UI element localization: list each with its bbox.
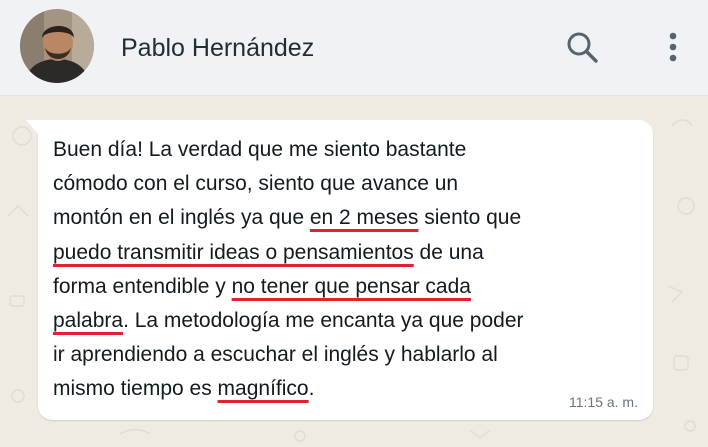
chat-header: Pablo Hernández <box>0 0 708 96</box>
menu-button[interactable] <box>656 26 690 70</box>
message-text: Buen día! La verdad que me siento bastan… <box>53 133 645 407</box>
highlighted-phrase: puedo transmitir ideas o pensamientos <box>53 240 414 264</box>
chat-area: Buen día! La verdad que me siento bastan… <box>0 96 708 447</box>
incoming-message-bubble[interactable]: Buen día! La verdad que me siento bastan… <box>26 120 653 420</box>
bubble-tail <box>26 120 40 136</box>
message-text-segment: siento que <box>424 206 522 230</box>
search-button[interactable] <box>561 28 605 68</box>
highlighted-phrase: en 2 meses <box>309 206 419 230</box>
kebab-menu-icon <box>669 32 677 62</box>
avatar-image <box>20 9 94 83</box>
message-text-segment: . <box>308 377 315 401</box>
contact-avatar[interactable] <box>20 9 94 83</box>
message-timestamp: 11:15 a. m. <box>568 394 638 410</box>
contact-name[interactable]: Pablo Hernández <box>121 33 314 63</box>
highlighted-phrase: magnífico <box>217 377 309 401</box>
search-icon <box>567 32 598 63</box>
